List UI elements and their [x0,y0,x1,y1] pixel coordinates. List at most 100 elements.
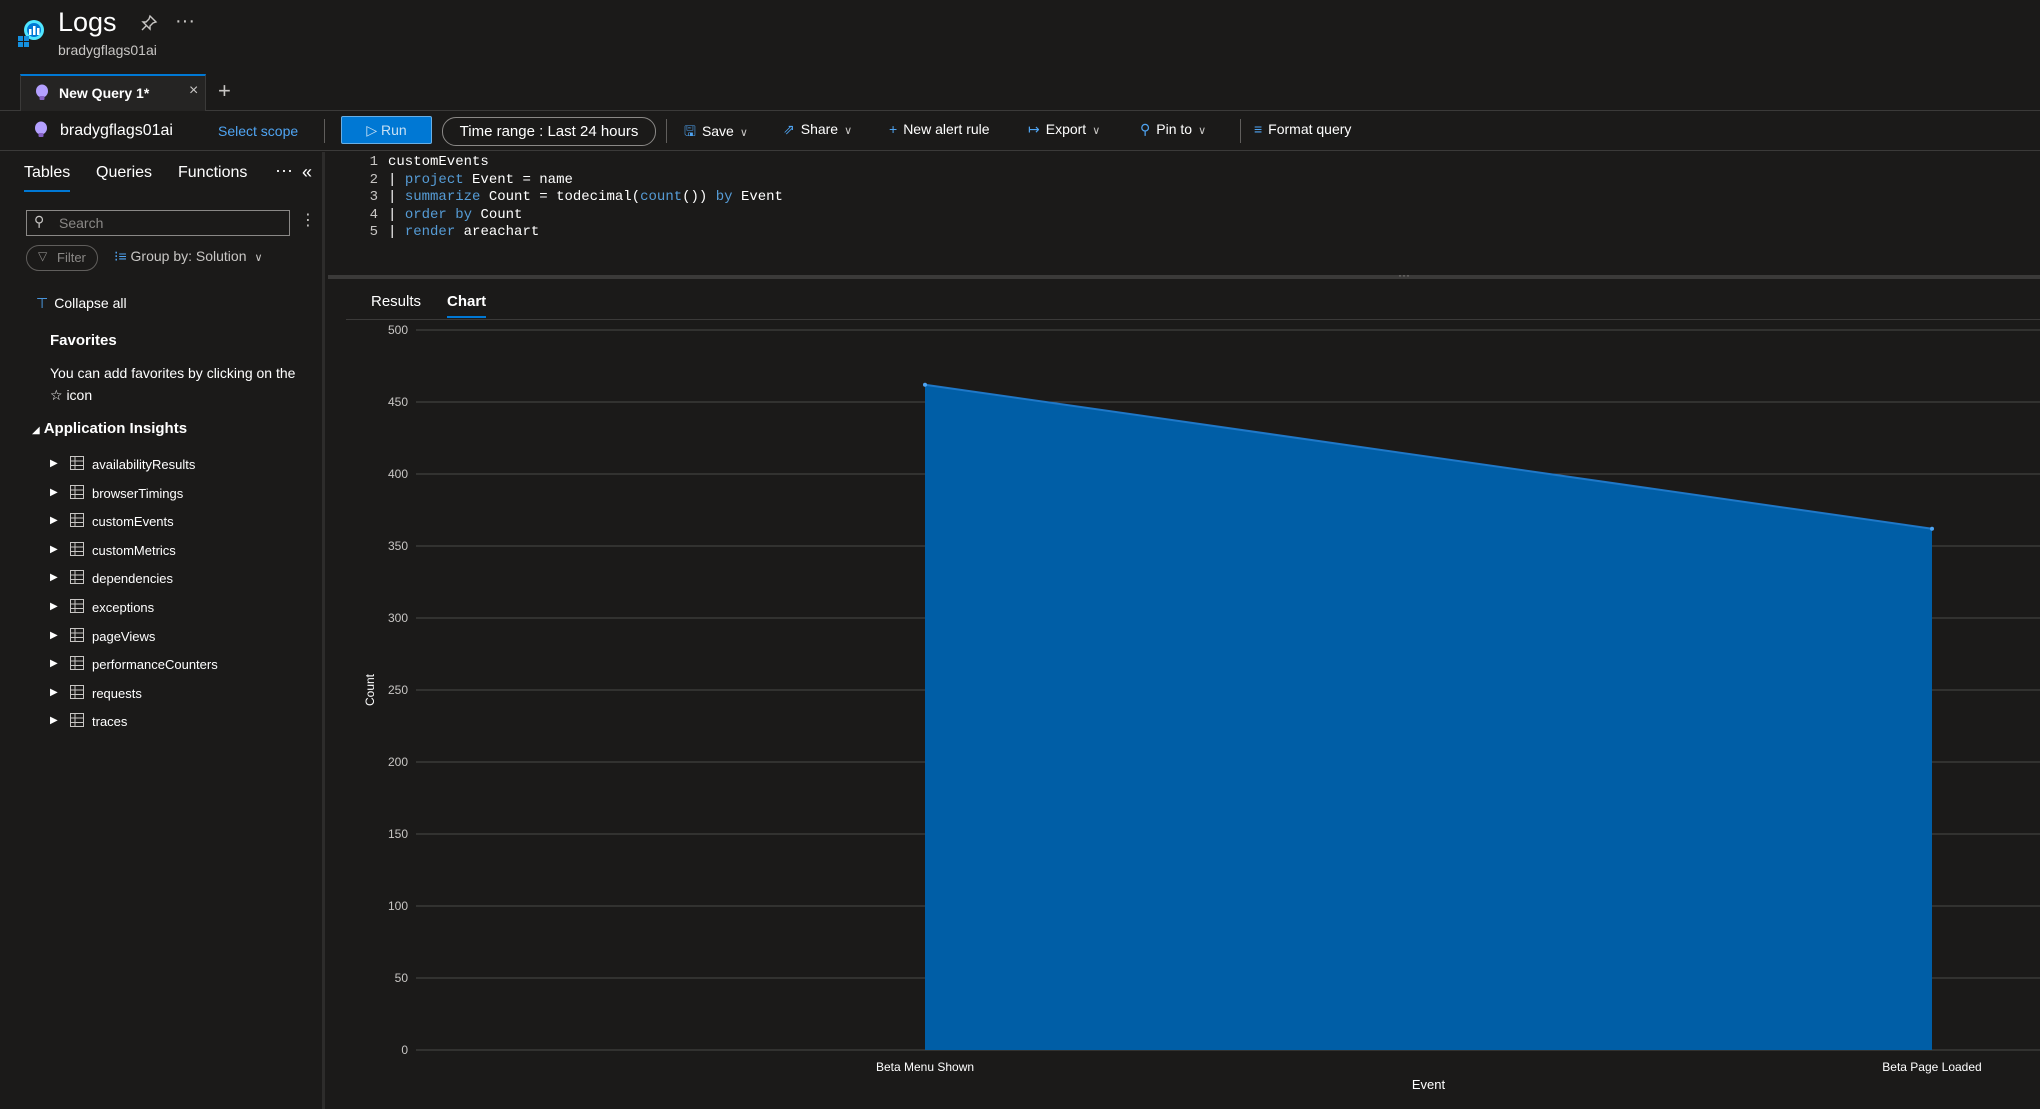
table-icon [70,656,84,671]
caret-right-icon[interactable]: ▶ [50,601,58,612]
format-icon: ≡ [1254,121,1263,137]
table-icon [70,713,84,728]
more-options-icon[interactable]: ··· [175,10,195,33]
chevron-down-icon: ∨ [254,252,263,264]
collapse-icon: ⊤ [36,295,49,311]
share-button[interactable]: ⇗ Share ∨ [783,121,852,138]
area-chart: 0 50 100 150 200 250 300 350 400 450 500 Beta Menu … [363,323,2040,1092]
caret-right-icon[interactable]: ▶ [50,515,58,526]
share-label: Share [800,121,839,137]
x-axis-label: Event [1412,1077,1446,1092]
search-input[interactable] [26,210,290,236]
table-name: browserTimings [92,485,184,501]
y-tick-label: 450 [388,395,408,409]
line-number: 2 [369,171,378,188]
code-line[interactable]: | order by Count [388,207,522,223]
export-icon: ↦ [1028,121,1040,137]
tab-results[interactable]: Results [371,293,421,310]
group-icon: ⁝≡ [114,248,131,264]
toolbar-divider [1240,119,1241,143]
page-header: Logs bradygflags01ai ··· [0,0,2040,66]
save-button[interactable]: 🖫 Save ∨ [684,121,748,145]
add-tab-icon[interactable]: + [218,78,231,104]
page-title: Logs [58,7,117,37]
play-icon: ▷ [366,122,381,138]
y-axis-label: Count [363,673,377,706]
code-line[interactable]: | summarize Count = todecimal(count()) b… [388,189,783,205]
application-insights-group[interactable]: ◢ Application Insights [32,420,187,437]
code-line[interactable]: customEvents [388,154,489,170]
table-name: traces [92,714,128,730]
caret-right-icon[interactable]: ▶ [50,458,58,469]
table-name: performanceCounters [92,657,218,673]
table-icon [70,513,84,528]
save-icon: 🖫 [684,123,696,139]
search-icon: ⚲ [34,213,45,229]
caret-right-icon[interactable]: ▶ [50,687,58,698]
filter-button[interactable]: Filter [26,245,98,271]
data-point [1930,526,1934,531]
code-line[interactable]: | render areachart [388,224,539,240]
table-icon [70,456,84,470]
line-number: 5 [369,224,378,240]
tab-new-query-1[interactable]: New Query 1* × [20,74,206,111]
caret-right-icon[interactable]: ▶ [50,487,58,498]
collapse-all-label: Collapse all [54,295,127,311]
run-label: Run [380,122,407,138]
resource-subtitle: bradygflags01ai [58,42,157,58]
plus-icon: + [889,121,898,137]
more-options-icon[interactable]: ··· [275,160,293,181]
table-name: requests [92,685,142,701]
export-label: Export [1045,121,1087,137]
line-number: 3 [369,189,378,205]
query-editor[interactable]: 1 customEvents 2 | project Event = name 3 | s… [328,152,2040,276]
tab-chart[interactable]: Chart [447,293,487,318]
group-by-dropdown[interactable]: ⁝≡ Group by: Solution ∨ [114,248,263,265]
table-name: exceptions [92,599,155,615]
caret-right-icon[interactable]: ▶ [50,658,58,669]
x-tick-label: Beta Page Loaded [1882,1060,1981,1074]
y-tick-label: 100 [388,899,408,913]
app-insights-logo-icon [18,20,44,47]
pin-to-label: Pin to [1156,121,1193,137]
caret-right-icon[interactable]: ▶ [50,572,58,583]
tab-tables[interactable]: Tables [24,164,71,192]
chevron-down-icon: ∨ [739,127,748,139]
caret-right-icon[interactable]: ▶ [50,544,58,555]
pin-icon: ⚲ [1140,121,1151,137]
collapse-all-button[interactable]: ⊤ Collapse all [36,295,127,312]
y-tick-label: 350 [388,539,408,553]
table-icon [70,570,84,585]
caret-right-icon[interactable]: ▶ [50,630,58,641]
y-tick-label: 150 [388,827,408,841]
toolbar-divider [666,119,667,143]
pin-to-button[interactable]: ⚲ Pin to ∨ [1140,121,1206,138]
y-tick-label: 300 [388,611,408,625]
chevron-down-icon: ∨ [844,125,853,137]
chevron-down-icon: ∨ [1198,125,1207,137]
y-tick-label: 50 [395,971,409,985]
logs-app: Logs bradygflags01ai ··· New Query 1* × … [0,0,2040,1109]
table-name: dependencies [92,571,173,587]
collapse-sidebar-icon[interactable]: « [302,162,312,183]
time-range-button[interactable]: Time range : Last 24 hours [442,117,656,146]
tab-functions[interactable]: Functions [178,164,247,182]
tab-queries[interactable]: Queries [96,164,152,182]
code-line[interactable]: | project Event = name [388,172,573,188]
new-alert-rule-button[interactable]: + New alert rule [889,121,990,137]
table-icon [70,541,84,556]
y-tick-label: 500 [388,323,408,337]
run-button[interactable]: ▷ Run [341,116,432,144]
table-icon [70,684,84,699]
format-query-button[interactable]: ≡ Format query [1254,121,1351,137]
close-tab-icon[interactable]: × [189,82,198,100]
select-scope-link[interactable]: Select scope [218,123,298,139]
pin-icon[interactable] [140,14,160,34]
format-query-label: Format query [1268,121,1352,137]
caret-right-icon[interactable]: ▶ [50,715,58,726]
y-tick-label: 200 [388,755,408,769]
export-button[interactable]: ↦ Export ∨ [1028,121,1100,138]
more-vertical-icon[interactable]: ⋮ [300,210,316,230]
table-icon [70,484,84,499]
y-tick-label: 400 [388,467,408,481]
